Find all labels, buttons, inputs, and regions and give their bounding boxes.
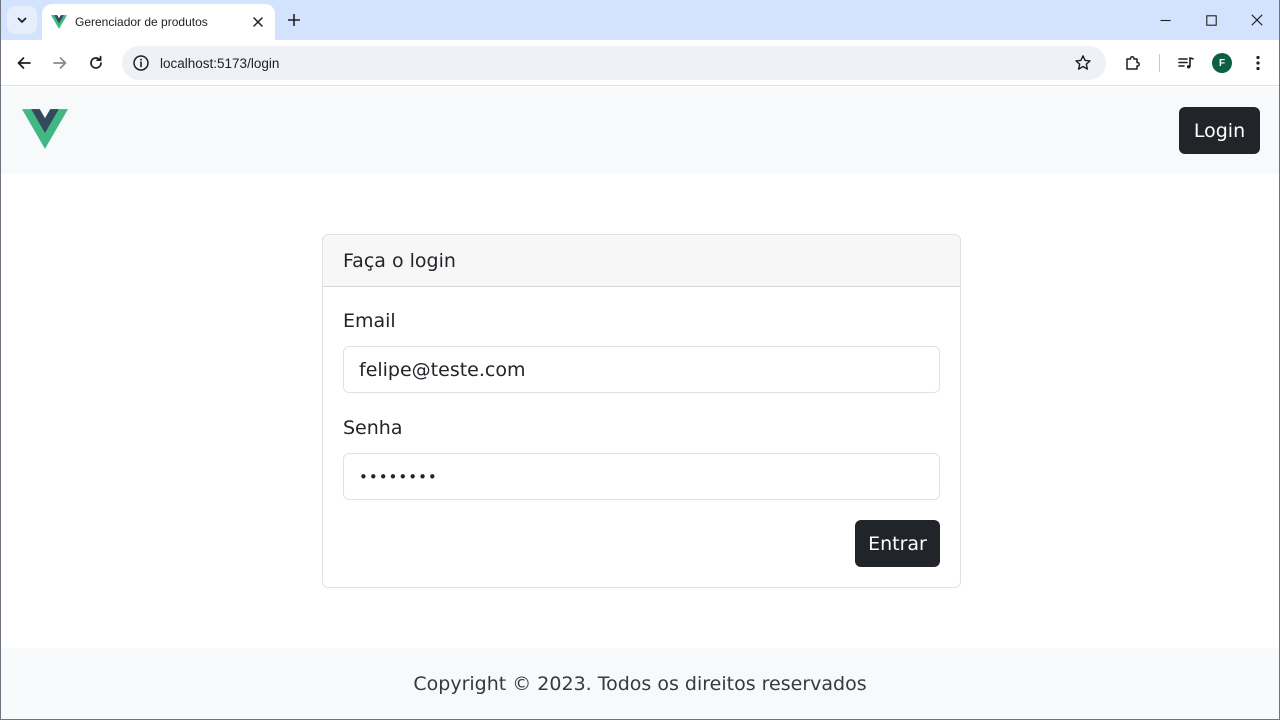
vue-logo-icon[interactable] [22, 109, 68, 149]
url-text: localhost:5173/login [160, 55, 280, 71]
forward-button[interactable] [46, 49, 74, 77]
close-icon [1251, 14, 1263, 26]
chevron-down-icon [17, 17, 27, 23]
password-label: Senha [343, 417, 403, 439]
minimize-icon [1160, 19, 1170, 21]
maximize-button[interactable] [1188, 0, 1234, 40]
browser-window: Gerenciador de produtos localhost:5173/l… [0, 0, 1280, 720]
arrow-right-icon [53, 57, 67, 69]
plus-icon [288, 14, 300, 26]
extensions-button[interactable] [1119, 49, 1147, 77]
reload-button[interactable] [82, 49, 110, 77]
kebab-menu-icon [1256, 55, 1260, 71]
login-card-header: Faça o login [323, 235, 960, 287]
tab-active[interactable]: Gerenciador de produtos [42, 4, 275, 40]
tab-title: Gerenciador de produtos [75, 15, 208, 29]
tab-strip: Gerenciador de produtos [1, 0, 1279, 40]
email-label: Email [343, 310, 396, 332]
bookmark-star-icon[interactable] [1074, 54, 1092, 72]
password-field-value: •••••••• [359, 467, 438, 486]
address-bar[interactable]: localhost:5173/login [122, 46, 1106, 80]
submit-login-button[interactable]: Entrar [855, 520, 940, 567]
email-field[interactable]: felipe@teste.com [343, 346, 940, 393]
puzzle-icon [1126, 56, 1140, 70]
reload-icon [90, 55, 102, 69]
site-footer: Copyright © 2023. Todos os direitos rese… [1, 648, 1279, 719]
browser-menu-button[interactable] [1244, 49, 1272, 77]
copyright-text: Copyright © 2023. Todos os direitos rese… [413, 673, 867, 695]
email-field-value: felipe@teste.com [359, 358, 526, 381]
login-button[interactable]: Login [1179, 107, 1260, 154]
vue-logo-icon [51, 15, 67, 29]
site-navbar: Login [1, 87, 1279, 174]
page-viewport: Login Faça o login Email felipe@teste.co… [1, 87, 1279, 719]
site-info-icon[interactable] [132, 54, 150, 72]
tab-close-button[interactable] [248, 12, 268, 32]
login-card: Faça o login Email felipe@teste.com Senh… [322, 234, 961, 588]
close-window-button[interactable] [1234, 0, 1279, 40]
queue-music-icon [1178, 57, 1194, 69]
password-field[interactable]: •••••••• [343, 453, 940, 500]
new-tab-button[interactable] [282, 8, 306, 32]
minimize-button[interactable] [1142, 0, 1188, 40]
arrow-left-icon [17, 57, 31, 69]
back-button[interactable] [10, 49, 38, 77]
media-control-button[interactable] [1172, 49, 1200, 77]
close-icon [253, 17, 263, 27]
browser-toolbar: localhost:5173/login F [1, 40, 1279, 86]
profile-avatar[interactable]: F [1212, 53, 1232, 73]
tab-search-button[interactable] [7, 6, 37, 34]
maximize-icon [1205, 14, 1217, 26]
toolbar-separator [1159, 54, 1160, 72]
